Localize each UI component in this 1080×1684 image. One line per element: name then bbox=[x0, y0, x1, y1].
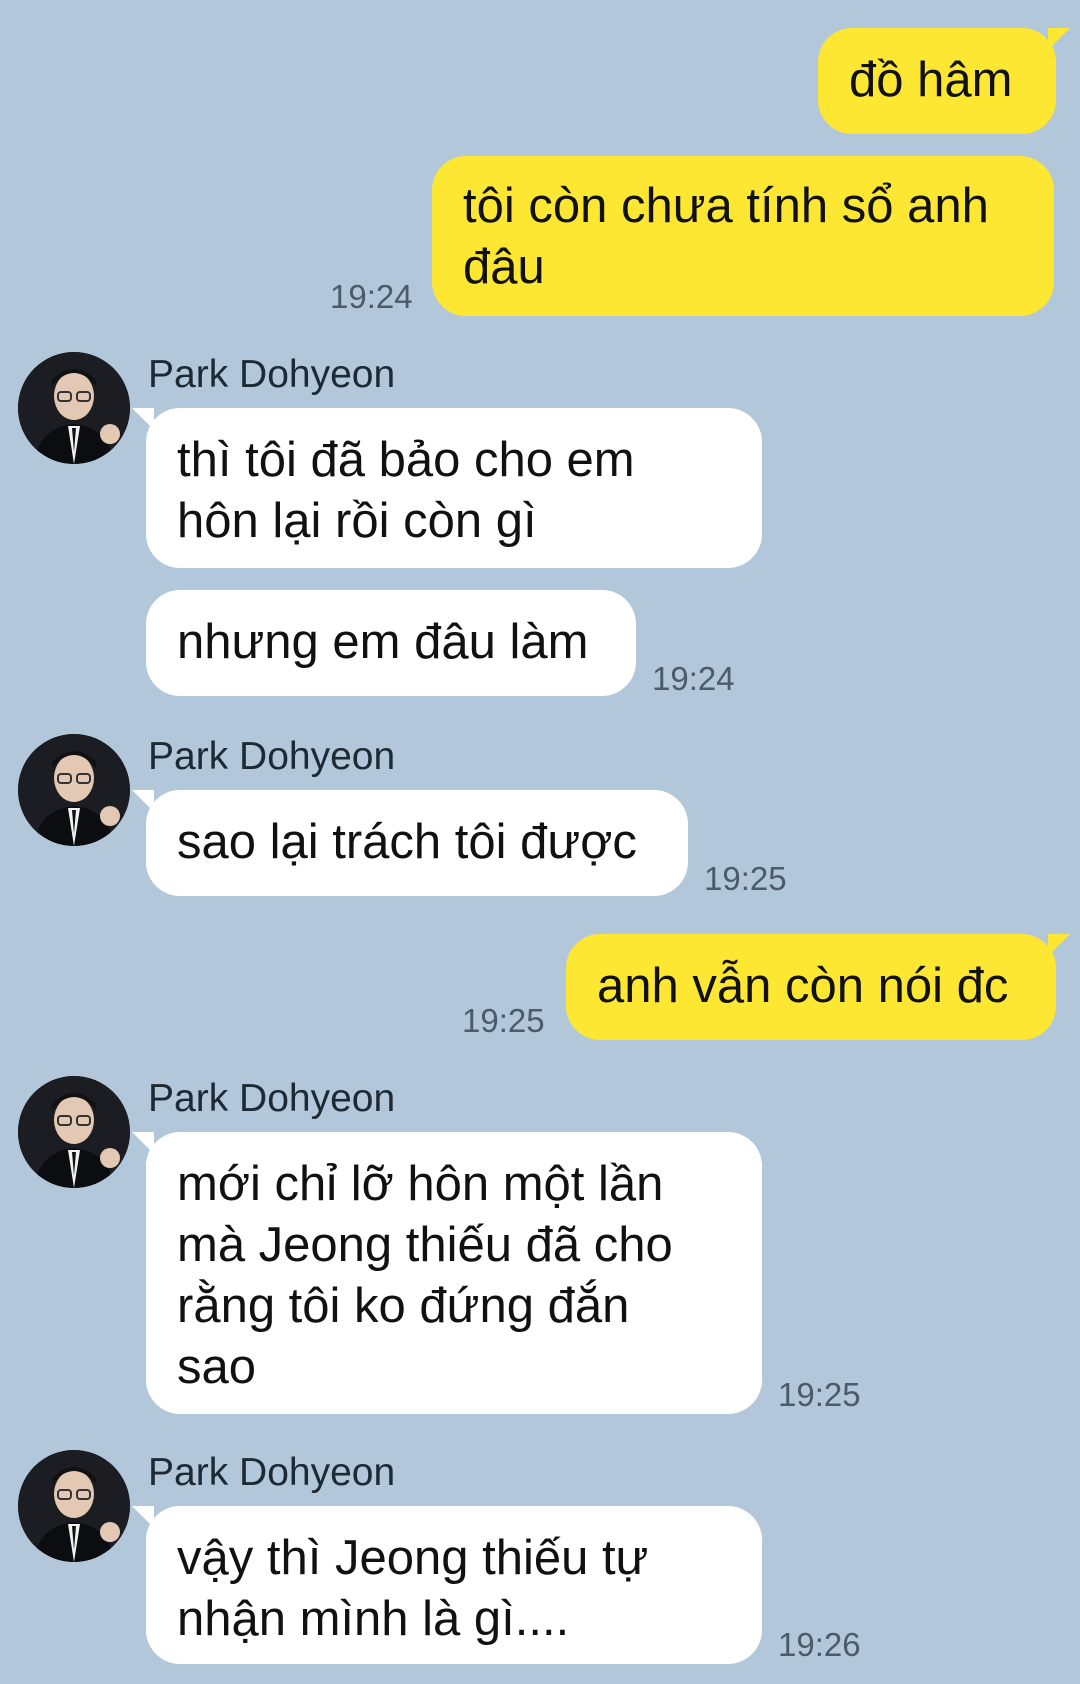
message-timestamp: 19:24 bbox=[330, 278, 413, 315]
message-timestamp: 19:25 bbox=[704, 860, 787, 897]
profile-photo-avatar-icon bbox=[18, 1450, 130, 1562]
outgoing-message-bubble[interactable]: anh vẫn còn nói đc bbox=[566, 934, 1070, 1040]
outgoing-message-bubble[interactable]: đồ hâm bbox=[818, 28, 1070, 134]
incoming-message-bubble[interactable]: sao lại trách tôi được bbox=[132, 790, 688, 896]
sender-name: Park Dohyeon bbox=[148, 1077, 396, 1120]
message-timestamp: 19:25 bbox=[462, 1002, 545, 1039]
chat-message-list[interactable]: đồ hâm tôi còn chưa tính sổ anh đâu 19:2… bbox=[0, 0, 1080, 1684]
contact-avatar[interactable] bbox=[18, 1076, 130, 1188]
profile-photo-avatar-icon bbox=[18, 352, 130, 464]
message-timestamp: 19:25 bbox=[778, 1376, 861, 1413]
message-timestamp: 19:26 bbox=[778, 1626, 861, 1663]
sender-name: Park Dohyeon bbox=[148, 735, 396, 778]
sender-name: Park Dohyeon bbox=[148, 353, 396, 396]
contact-avatar[interactable] bbox=[18, 734, 130, 846]
outgoing-message-bubble[interactable]: tôi còn chưa tính sổ anh đâu bbox=[432, 156, 1054, 316]
profile-photo-avatar-icon bbox=[18, 734, 130, 846]
incoming-message-bubble[interactable]: thì tôi đã bảo cho em hôn lại rồi còn gì bbox=[132, 408, 762, 568]
profile-photo-avatar-icon bbox=[18, 1076, 130, 1188]
contact-avatar[interactable] bbox=[18, 1450, 130, 1562]
incoming-message-bubble[interactable]: mới chỉ lỡ hôn một lần mà Jeong thiếu đã… bbox=[132, 1132, 762, 1414]
incoming-message-bubble[interactable]: nhưng em đâu làm bbox=[146, 590, 636, 696]
incoming-message-bubble[interactable]: vậy thì Jeong thiếu tự nhận mình là gì..… bbox=[132, 1506, 762, 1664]
sender-name: Park Dohyeon bbox=[148, 1451, 396, 1494]
message-timestamp: 19:24 bbox=[652, 660, 735, 697]
contact-avatar[interactable] bbox=[18, 352, 130, 464]
